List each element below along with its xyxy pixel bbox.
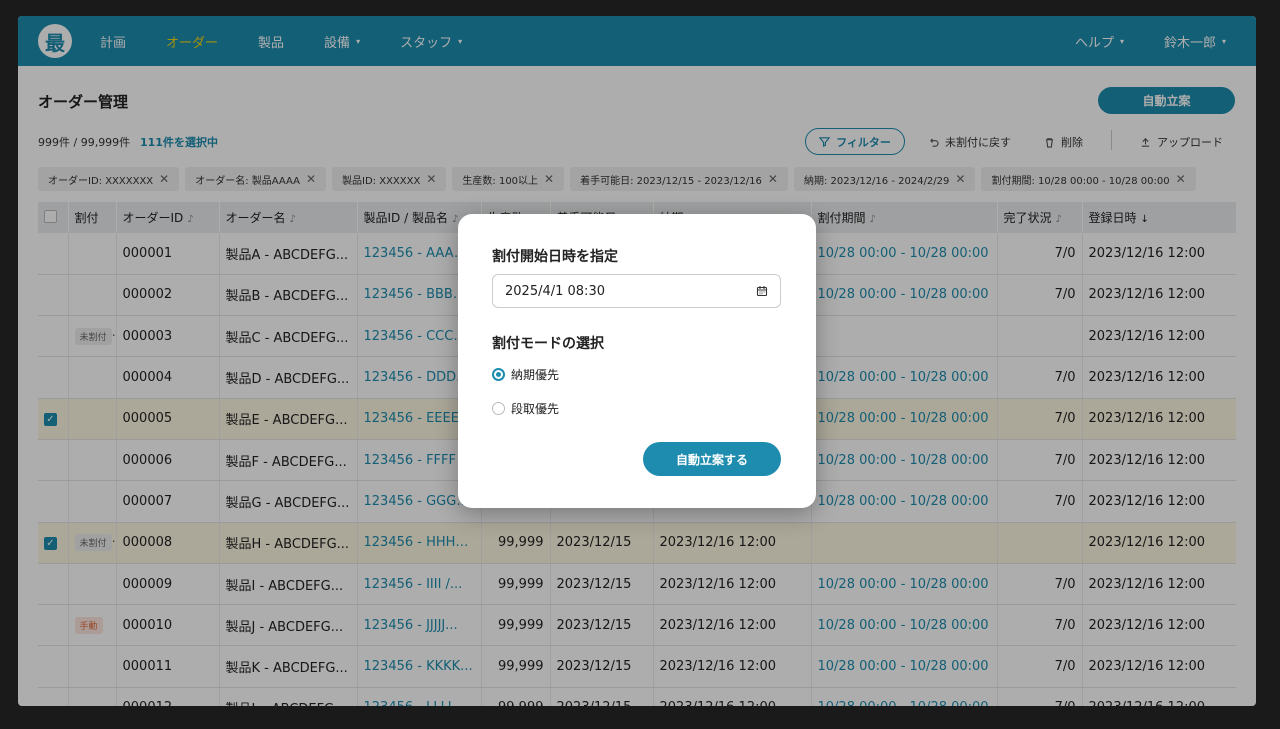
- datetime-value: 2025/4/1 08:30: [505, 283, 605, 299]
- radio-selected-icon[interactable]: [492, 368, 505, 381]
- auto-plan-dialog: 割付開始日時を指定 2025/4/1 08:30 割付モードの選択 納期優先 段…: [458, 214, 816, 508]
- radio-due-date-priority[interactable]: 納期優先: [492, 366, 559, 383]
- radio-label: 納期優先: [511, 368, 560, 382]
- calendar-icon[interactable]: [756, 285, 768, 297]
- app-window: 最 計画 オーダー 製品 設備 ▾ スタッフ ▾ ヘルプ ▾ 鈴木一郎 ▾ オーダー管理…: [18, 16, 1256, 706]
- radio-setup-priority[interactable]: 段取優先: [492, 400, 559, 417]
- start-datetime-input[interactable]: 2025/4/1 08:30: [492, 274, 781, 308]
- run-auto-plan-button[interactable]: 自動立案する: [643, 442, 781, 476]
- radio-unselected-icon[interactable]: [492, 402, 505, 415]
- dialog-title: 割付開始日時を指定: [492, 249, 618, 265]
- radio-label: 段取優先: [511, 402, 560, 416]
- mode-section-title: 割付モードの選択: [492, 336, 604, 352]
